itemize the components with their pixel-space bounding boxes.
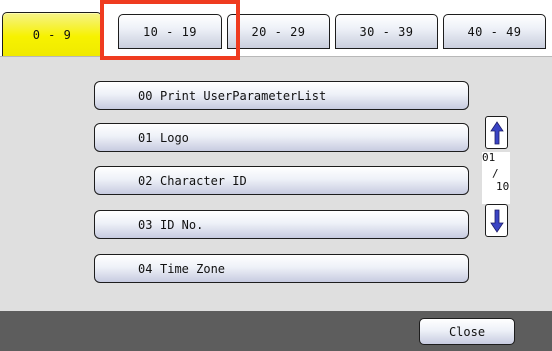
parameter-screen: 0 - 9 10 - 19 20 - 29 30 - 39 40 - 49 00… <box>0 0 552 351</box>
param-button-01[interactable]: 01 Logo <box>94 123 469 152</box>
tab-0-9[interactable]: 0 - 9 <box>2 12 102 56</box>
param-number: 00 <box>138 88 153 103</box>
param-number: 03 <box>138 217 153 232</box>
param-button-00[interactable]: 00 Print UserParameterList <box>94 81 469 110</box>
page-separator: / <box>492 167 499 180</box>
tab-label: 40 - 49 <box>467 24 522 39</box>
arrow-up-icon <box>489 120 504 144</box>
param-label: Time Zone <box>160 261 226 276</box>
param-number: 04 <box>138 261 153 276</box>
close-label: Close <box>448 324 486 339</box>
tab-20-29[interactable]: 20 - 29 <box>227 14 330 49</box>
tab-30-39[interactable]: 30 - 39 <box>335 14 438 49</box>
footer-bar: Close <box>0 311 552 351</box>
scroll-up-button[interactable] <box>485 116 508 149</box>
tab-10-19[interactable]: 10 - 19 <box>118 14 222 49</box>
param-label: ID No. <box>160 217 204 232</box>
param-number: 02 <box>138 173 153 188</box>
scroll-down-button[interactable] <box>485 204 508 237</box>
param-label: Print UserParameterList <box>160 88 327 103</box>
parameter-panel: 00 Print UserParameterList 01 Logo 02 Ch… <box>0 56 552 311</box>
page-total: 10 <box>496 180 510 193</box>
param-button-02[interactable]: 02 Character ID <box>94 166 469 195</box>
param-button-04[interactable]: 04 Time Zone <box>94 254 469 283</box>
tab-label: 20 - 29 <box>251 24 306 39</box>
tab-label: 0 - 9 <box>32 27 72 42</box>
arrow-down-icon <box>489 209 504 233</box>
tab-40-49[interactable]: 40 - 49 <box>443 14 546 49</box>
param-label: Character ID <box>160 173 247 188</box>
param-label: Logo <box>160 130 189 145</box>
param-number: 01 <box>138 130 153 145</box>
tab-label: 30 - 39 <box>359 24 414 39</box>
tab-label: 10 - 19 <box>142 24 198 39</box>
page-indicator: 01 / 10 <box>482 152 510 204</box>
close-button[interactable]: Close <box>419 318 515 345</box>
param-button-03[interactable]: 03 ID No. <box>94 210 469 239</box>
tab-bar: 0 - 9 10 - 19 20 - 29 30 - 39 40 - 49 <box>0 0 552 56</box>
page-current: 01 <box>482 151 496 164</box>
